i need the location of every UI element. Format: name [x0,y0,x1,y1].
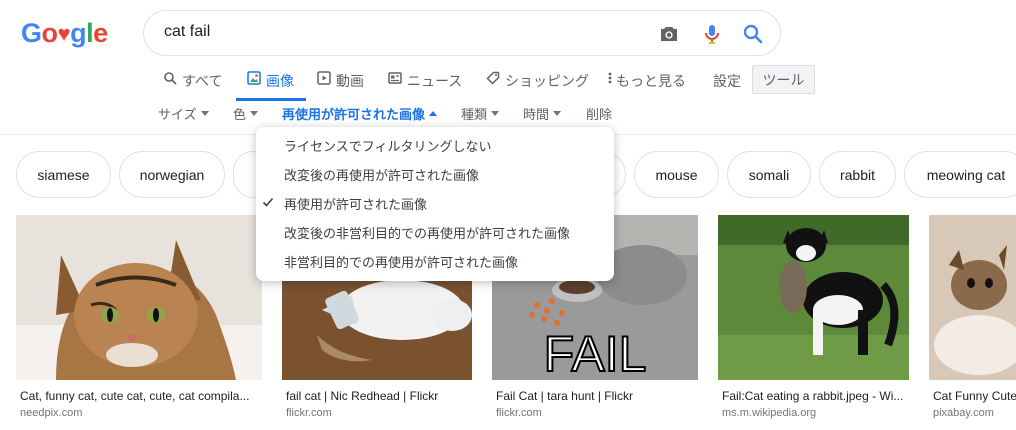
filter-size[interactable]: サイズ [158,104,209,123]
menu-item-noncommercial[interactable]: 非営利目的での再使用が許可された画像 [256,247,614,276]
result-title[interactable]: fail cat | Nic Redhead | Flickr [286,389,472,403]
chip-rabbit[interactable]: rabbit [819,151,896,198]
mic-icon[interactable] [700,22,724,46]
filter-size-label: サイズ [158,107,197,122]
caret-down-icon [200,111,209,116]
result-source: pixabay.com [933,407,994,419]
more-icon [608,72,612,84]
result-title[interactable]: Fail Cat | tara hunt | Flickr [496,389,698,403]
google-logo[interactable]: Go♥gle [21,19,108,47]
caret-up-icon [429,111,438,116]
filter-type[interactable]: 種類 [461,104,500,123]
tab-images-label: 画像 [266,73,294,89]
fail-overlay-text: FAIL [544,326,647,380]
chip-meowing-cat[interactable]: meowing cat [904,151,1016,198]
menu-item-label: 改変後の再使用が許可された画像 [284,168,480,183]
active-tab-indicator [236,98,306,101]
menu-item-no-filter[interactable]: ライセンスでフィルタリングしない [256,131,614,160]
logo-letter-g2: g [70,18,87,48]
result-source: flickr.com [286,407,332,419]
chip-somali[interactable]: somali [727,151,811,198]
tab-images[interactable]: 画像 [236,63,306,101]
tab-videos-label: 動画 [336,73,364,89]
logo-heart-icon: ♥ [57,21,71,46]
tab-all[interactable]: すべて [163,63,222,101]
filter-bar: サイズ 色 再使用が許可された画像 種類 時間 削除 [0,104,1016,128]
search-box[interactable]: cat fail [143,10,781,56]
filter-color-label: 色 [233,107,247,122]
logo-letter-e: e [93,18,108,48]
checkmark-icon [262,197,274,207]
filter-clear-label: 削除 [586,107,613,122]
tab-more[interactable]: もっと見る [607,63,686,101]
tab-videos[interactable]: 動画 [317,63,364,101]
search-tabs: すべて 画像 動画 ニュース ショッピング もっと見る 設定 [0,63,1016,101]
menu-item-reuse-modify[interactable]: 改変後の再使用が許可された画像 [256,160,614,189]
menu-item-reuse[interactable]: 再使用が許可された画像 [256,189,614,218]
filter-clear[interactable]: 削除 [586,104,612,123]
logo-letter-g: G [21,18,42,48]
tab-shopping[interactable]: ショッピング [486,63,589,101]
search-results-page: Go♥gle cat fail すべて 画像 動画 ニュース ショッピング もっ… [0,0,1016,430]
filter-time[interactable]: 時間 [523,104,562,123]
chip-norwegian[interactable]: norwegian [119,151,225,198]
result-thumbnail[interactable] [718,215,909,380]
tab-news[interactable]: ニュース [388,63,462,101]
tab-shopping-label: ショッピング [505,73,589,89]
usage-rights-menu: ライセンスでフィルタリングしない 改変後の再使用が許可された画像 再使用が許可さ… [256,127,614,281]
result-source: ms.m.wikipedia.org [722,407,817,419]
tab-more-label: もっと見る [616,73,686,89]
filter-usage-rights-label: 再使用が許可された画像 [282,107,426,122]
chip-mouse[interactable]: mouse [634,151,719,198]
caret-down-icon [250,111,259,116]
play-icon [317,71,331,85]
menu-item-noncommercial-modify[interactable]: 改変後の非営利目的での再使用が許可された画像 [256,218,614,247]
filter-type-label: 種類 [461,107,488,122]
menu-item-label: 改変後の非営利目的での再使用が許可された画像 [284,226,571,241]
logo-letter-l: l [86,18,94,48]
filter-usage-rights[interactable]: 再使用が許可された画像 [282,104,438,123]
filter-time-label: 時間 [523,107,550,122]
result-source: flickr.com [496,407,542,419]
menu-item-label: 非営利目的での再使用が許可された画像 [284,255,519,270]
caret-down-icon [491,111,500,116]
news-icon [388,72,402,84]
tag-icon [486,71,500,85]
tools-button[interactable]: ツール [752,65,815,94]
result-title[interactable]: Cat, funny cat, cute cat, cute, cat comp… [20,389,262,403]
result-thumbnail[interactable] [16,215,262,380]
search-input[interactable]: cat fail [164,23,210,41]
filter-color[interactable]: 色 [233,104,259,123]
caret-down-icon [553,111,562,116]
menu-item-label: ライセンスでフィルタリングしない [284,139,492,154]
result-title[interactable]: Cat Funny Cute [933,389,1016,403]
search-icon [164,72,177,85]
chip-siamese[interactable]: siamese [16,151,111,198]
result-source: needpix.com [20,407,83,419]
logo-letter-o: o [41,18,59,48]
settings-label: 設定 [713,73,741,89]
tab-news-label: ニュース [407,73,463,89]
image-icon [247,71,261,85]
camera-icon[interactable] [657,22,681,46]
tab-all-label: すべて [182,73,223,89]
result-thumbnail[interactable] [929,215,1016,380]
settings-link[interactable]: 設定 [713,63,741,101]
search-icon[interactable] [741,22,765,46]
result-title[interactable]: Fail:Cat eating a rabbit.jpeg - Wi... [722,389,909,403]
menu-item-label: 再使用が許可された画像 [284,197,428,212]
